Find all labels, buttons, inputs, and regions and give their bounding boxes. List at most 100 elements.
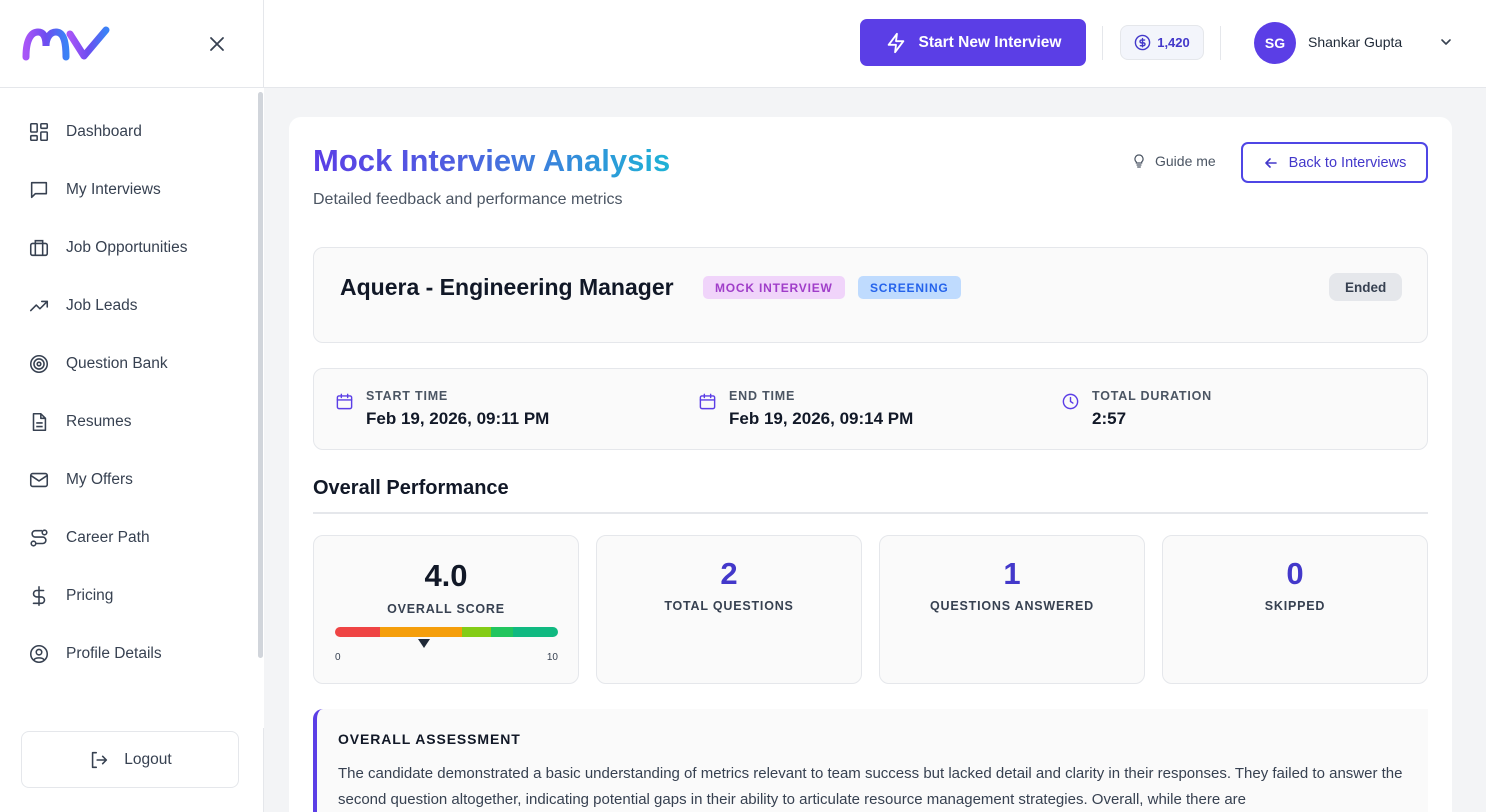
top-bar: Start New Interview 1,420 SG Shankar Gup… — [264, 0, 1486, 88]
sidebar-item-label: Resumes — [66, 413, 132, 430]
interview-header-card: Aquera - Engineering Manager MOCK INTERV… — [313, 247, 1428, 343]
sidebar-item-dashboard[interactable]: Dashboard — [0, 103, 258, 161]
score-marker — [418, 639, 431, 648]
start-time-label: START TIME — [366, 389, 449, 403]
logout-label: Logout — [124, 750, 172, 768]
sidebar-item-my-interviews[interactable]: My Interviews — [0, 161, 258, 219]
lightning-icon — [887, 32, 904, 53]
mail-icon — [29, 472, 49, 488]
gauge-segment — [379, 627, 447, 637]
sidebar-item-label: Career Path — [66, 529, 150, 546]
dashboard-icon — [29, 122, 49, 142]
trending-up-icon — [29, 300, 49, 312]
sidebar-item-label: Job Opportunities — [66, 239, 188, 256]
sidebar-item-label: My Interviews — [66, 181, 161, 198]
sidebar-item-resumes[interactable]: Resumes — [0, 393, 258, 451]
skipped-label: SKIPPED — [1264, 599, 1326, 613]
sidebar-item-label: Dashboard — [66, 123, 142, 140]
sidebar-item-question-bank[interactable]: Question Bank — [0, 335, 258, 393]
sidebar-item-label: Pricing — [66, 587, 114, 604]
gauge-segment — [446, 627, 463, 637]
document-icon — [32, 412, 47, 432]
end-time-value: Feb 19, 2026, 09:14 PM — [729, 409, 914, 428]
sidebar-nav: Dashboard My Interviews Job Opportunitie… — [0, 88, 258, 708]
analysis-card: Mock Interview Analysis Detailed feedbac… — [289, 117, 1452, 812]
sidebar-item-profile-details[interactable]: Profile Details — [0, 625, 258, 683]
start-time-value: Feb 19, 2026, 09:11 PM — [366, 409, 550, 428]
overall-score-card: 4.0 OVERALL SCORE 0 10 — [313, 535, 579, 684]
gauge-segment — [462, 627, 492, 637]
status-badge: Ended — [1329, 273, 1403, 301]
user-circle-icon — [29, 644, 49, 664]
user-name[interactable]: Shankar Gupta — [1308, 34, 1402, 50]
assessment-text: The candidate demonstrated a basic under… — [338, 765, 1403, 808]
interview-stage-badge: SCREENING — [858, 276, 961, 299]
duration-value: 2:57 — [1092, 409, 1127, 428]
questions-answered-label: QUESTIONS ANSWERED — [930, 599, 1094, 613]
assessment-title: OVERALL ASSESSMENT — [338, 731, 521, 747]
credits-value: 1,420 — [1157, 35, 1190, 50]
calendar-icon — [336, 393, 353, 410]
sidebar-item-label: Job Leads — [66, 297, 138, 314]
sidebar-item-my-offers[interactable]: My Offers — [0, 451, 258, 509]
gauge-segment — [335, 627, 380, 637]
clock-icon — [1062, 393, 1079, 410]
back-to-interviews-label: Back to Interviews — [1288, 154, 1407, 171]
credits-badge[interactable]: 1,420 — [1120, 25, 1204, 60]
sidebar-item-label: Profile Details — [66, 645, 162, 662]
overall-score-value: 4.0 — [424, 558, 468, 593]
score-gauge-bar — [335, 627, 558, 637]
interview-title: Aquera - Engineering Manager — [340, 274, 674, 300]
end-time-label: END TIME — [729, 389, 796, 403]
sidebar-scrollbar[interactable] — [258, 92, 263, 658]
dollar-icon — [32, 586, 46, 606]
close-sidebar-icon[interactable] — [207, 34, 227, 54]
overall-score-label: OVERALL SCORE — [387, 602, 505, 616]
brand-logo[interactable] — [22, 26, 110, 62]
time-details-card: START TIME Feb 19, 2026, 09:11 PM END TI… — [313, 368, 1428, 450]
sidebar-item-job-opportunities[interactable]: Job Opportunities — [0, 219, 258, 277]
gauge-min-label: 0 — [335, 652, 341, 663]
sidebar-item-pricing[interactable]: Pricing — [0, 567, 258, 625]
sidebar-item-label: Question Bank — [66, 355, 168, 372]
page-subtitle: Detailed feedback and performance metric… — [313, 191, 623, 208]
sidebar-header — [0, 0, 263, 88]
sidebar-item-career-path[interactable]: Career Path — [0, 509, 258, 567]
skipped-value: 0 — [1286, 556, 1304, 591]
overall-assessment: OVERALL ASSESSMENT The candidate demonst… — [313, 709, 1428, 812]
duration-label: TOTAL DURATION — [1092, 389, 1212, 403]
section-title: Overall Performance — [313, 477, 509, 499]
interview-type-badge: MOCK INTERVIEW — [703, 276, 845, 299]
page-title: Mock Interview Analysis — [313, 143, 671, 178]
chevron-down-icon[interactable] — [1438, 34, 1454, 50]
sidebar-item-label: My Offers — [66, 471, 133, 488]
start-new-interview-button[interactable]: Start New Interview — [860, 19, 1086, 66]
target-icon — [29, 354, 49, 374]
skipped-card: 0 SKIPPED — [1162, 535, 1428, 684]
avatar[interactable]: SG — [1254, 22, 1296, 64]
sidebar-item-job-leads[interactable]: Job Leads — [0, 277, 258, 335]
route-icon — [30, 529, 48, 547]
briefcase-icon — [29, 239, 49, 257]
questions-answered-value: 1 — [1003, 556, 1021, 591]
arrow-left-icon — [1264, 157, 1277, 168]
divider — [1220, 26, 1221, 60]
gauge-max-label: 10 — [546, 652, 558, 663]
coin-icon — [1134, 34, 1151, 51]
total-questions-card: 2 TOTAL QUESTIONS — [596, 535, 862, 684]
calendar-icon — [699, 393, 716, 410]
section-divider — [313, 512, 1428, 514]
logout-icon — [92, 751, 108, 768]
total-questions-label: TOTAL QUESTIONS — [664, 599, 794, 613]
guide-me-button[interactable]: Guide me — [1131, 153, 1216, 169]
guide-me-label: Guide me — [1155, 153, 1216, 169]
chat-bubble-icon — [30, 181, 48, 199]
logout-button[interactable]: Logout — [21, 731, 239, 788]
divider — [1102, 26, 1103, 60]
lightbulb-icon — [1134, 154, 1144, 168]
back-to-interviews-button[interactable]: Back to Interviews — [1241, 142, 1428, 183]
sidebar: Dashboard My Interviews Job Opportunitie… — [0, 0, 264, 812]
start-new-interview-label: Start New Interview — [918, 33, 1062, 51]
total-questions-value: 2 — [720, 556, 738, 591]
gauge-segment — [491, 627, 514, 637]
